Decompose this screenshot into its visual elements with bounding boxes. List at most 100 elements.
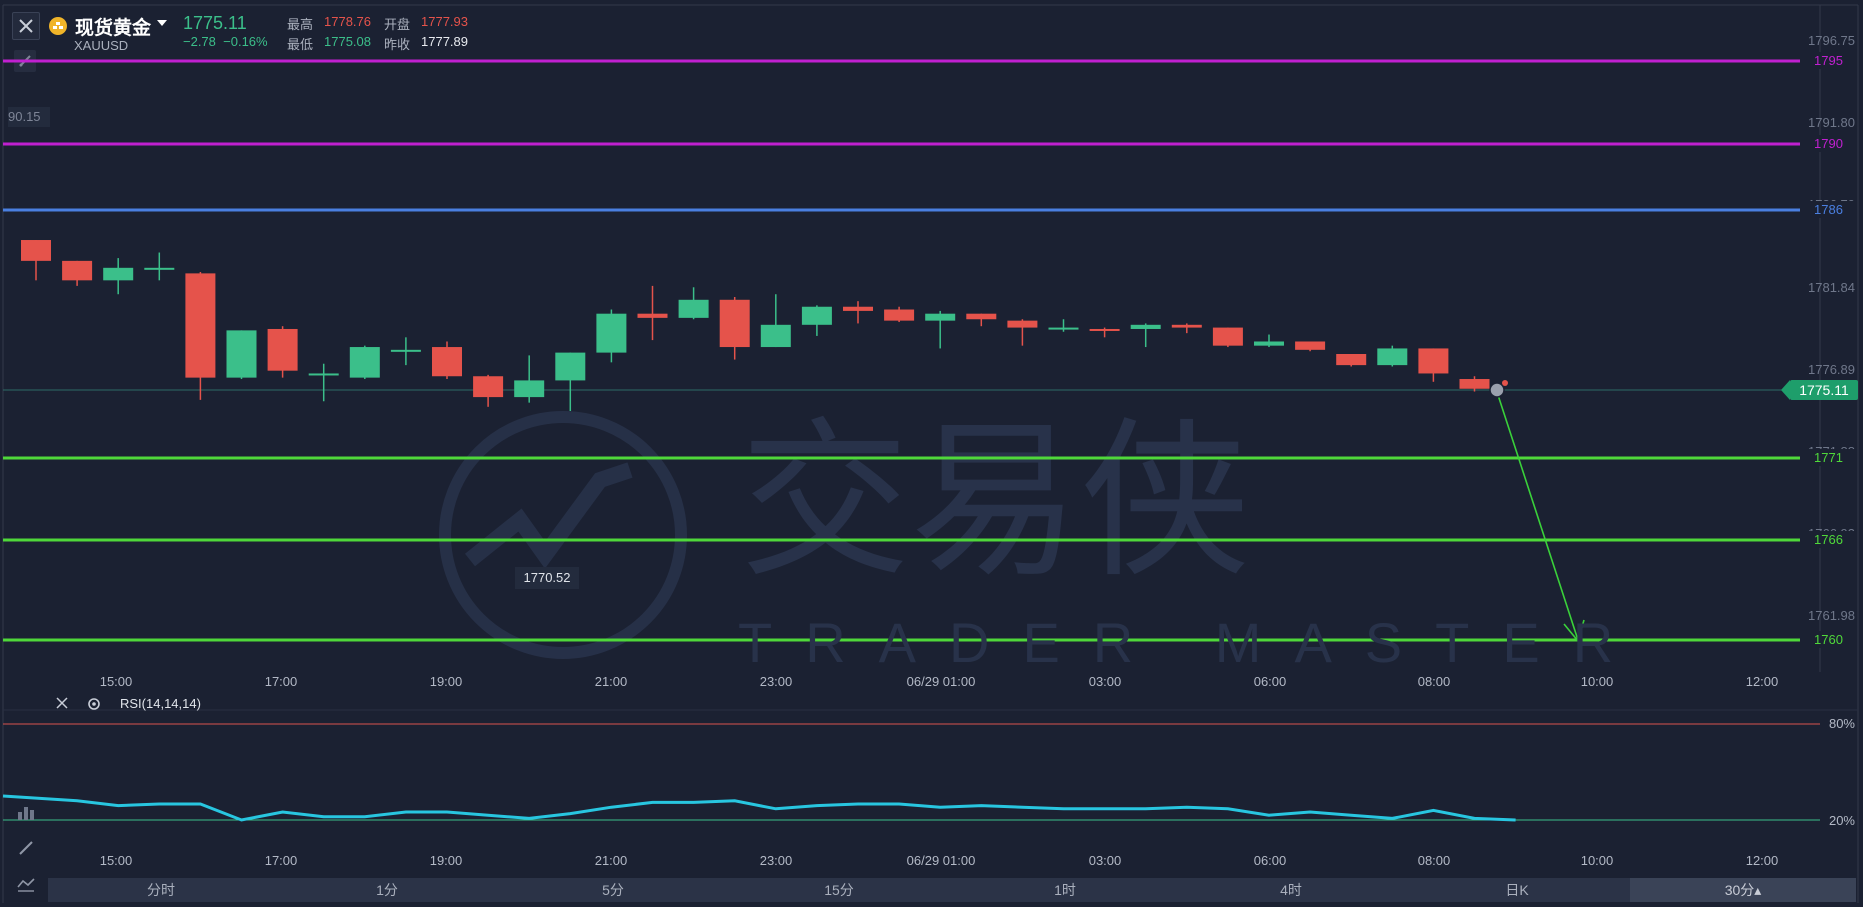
gear-icon bbox=[88, 698, 100, 710]
candle[interactable] bbox=[514, 355, 545, 403]
y-tick-label: 1761.98 bbox=[1808, 608, 1855, 623]
x-tick-label: 17:00 bbox=[264, 674, 298, 689]
x-tick-label: 21:00 bbox=[594, 674, 628, 689]
candle[interactable] bbox=[1048, 319, 1079, 332]
rsi-settings-button[interactable] bbox=[86, 696, 102, 717]
candle[interactable] bbox=[760, 294, 791, 348]
candle[interactable] bbox=[1295, 341, 1326, 352]
tab-30min[interactable]: 30分▴ bbox=[1630, 878, 1856, 902]
x-tick-label: 10:00 bbox=[1580, 853, 1614, 868]
alert-marker-icon[interactable] bbox=[1489, 382, 1505, 398]
tab-1h[interactable]: 1时 bbox=[952, 878, 1178, 902]
tab-1min[interactable]: 1分 bbox=[274, 878, 500, 902]
line-tool-button[interactable] bbox=[12, 870, 40, 898]
candle[interactable] bbox=[473, 374, 504, 407]
current-price-badge: 1775.11 bbox=[1790, 380, 1858, 400]
candle[interactable] bbox=[678, 287, 709, 320]
candle[interactable] bbox=[801, 305, 832, 336]
candle[interactable] bbox=[1089, 327, 1120, 338]
candle[interactable] bbox=[62, 260, 93, 286]
level-label-1771: 1771 bbox=[1800, 449, 1857, 466]
x-tick-label: 06:00 bbox=[1253, 853, 1287, 868]
candle[interactable] bbox=[719, 297, 750, 360]
candle[interactable] bbox=[390, 337, 421, 366]
x-tick-label: 21:00 bbox=[594, 853, 628, 868]
candle[interactable] bbox=[349, 345, 380, 380]
candle[interactable] bbox=[185, 271, 216, 400]
candle[interactable] bbox=[596, 309, 627, 363]
x-tick-label: 06/29 01:00 bbox=[906, 674, 976, 689]
rsi-close-button[interactable] bbox=[55, 696, 69, 715]
candle[interactable] bbox=[1171, 323, 1202, 334]
candle[interactable] bbox=[555, 352, 586, 411]
tab-5min[interactable]: 5分 bbox=[500, 878, 726, 902]
watermark-en: TRADER MASTER bbox=[738, 611, 1647, 674]
candle[interactable] bbox=[267, 326, 298, 378]
watermark-logo bbox=[439, 411, 687, 659]
candle[interactable] bbox=[1130, 323, 1161, 348]
x-tick-label: 12:00 bbox=[1745, 674, 1779, 689]
timeframe-tabs: 分时 1分 5分 15分 1时 4时 日K 30分▴ bbox=[48, 878, 1856, 902]
x-tick-label: 08:00 bbox=[1417, 853, 1451, 868]
tab-daily[interactable]: 日K bbox=[1404, 878, 1630, 902]
rsi-indicator-label: RSI(14,14,14) bbox=[120, 696, 201, 711]
candle[interactable] bbox=[103, 258, 134, 295]
close-icon bbox=[56, 697, 68, 709]
candle[interactable] bbox=[1007, 319, 1038, 346]
bar-chart-icon bbox=[18, 807, 34, 820]
y-tick-label: 1776.89 bbox=[1808, 362, 1855, 377]
candle[interactable] bbox=[1377, 345, 1408, 367]
candle[interactable] bbox=[966, 313, 997, 327]
candle[interactable] bbox=[432, 341, 462, 380]
x-tick-label: 19:00 bbox=[429, 674, 463, 689]
x-tick-label: 15:00 bbox=[99, 674, 133, 689]
level-label-1766: 1766 bbox=[1800, 531, 1857, 548]
rsi-line[interactable] bbox=[2, 794, 1516, 822]
x-tick-label: 19:00 bbox=[429, 853, 463, 868]
x-tick-label: 23:00 bbox=[759, 853, 793, 868]
trend-line-icon bbox=[17, 878, 35, 892]
y-tick-label: 1791.80 bbox=[1808, 115, 1855, 130]
candle[interactable] bbox=[21, 240, 51, 281]
candle[interactable] bbox=[1336, 353, 1367, 367]
x-tick-label: 03:00 bbox=[1088, 674, 1122, 689]
candlestick-chart[interactable]: 交易侠 bbox=[0, 0, 1863, 907]
level-label-1760: 1760 bbox=[1800, 631, 1857, 648]
candle[interactable] bbox=[1459, 376, 1490, 392]
candle[interactable] bbox=[308, 363, 339, 402]
tab-timeline[interactable]: 分时 bbox=[48, 878, 274, 902]
chart-window: 现货黄金 XAUUSD 1775.11 −2.78 −0.16% 最高 1778… bbox=[0, 0, 1863, 907]
candle[interactable] bbox=[884, 306, 915, 323]
x-tick-label: 12:00 bbox=[1745, 853, 1779, 868]
candle[interactable] bbox=[637, 285, 668, 341]
y-tick-label: 1796.75 bbox=[1808, 33, 1855, 48]
level-label-1795: 1795 bbox=[1800, 52, 1857, 69]
x-tick-label: 15:00 bbox=[99, 853, 133, 868]
rsi-level-80: 80% bbox=[1828, 716, 1855, 731]
x-tick-label: 03:00 bbox=[1088, 853, 1122, 868]
candle[interactable] bbox=[1212, 327, 1243, 348]
price-tooltip-left: 90.15 bbox=[8, 107, 50, 127]
rsi-level-20: 20% bbox=[1828, 813, 1855, 828]
x-tick-label: 17:00 bbox=[264, 853, 298, 868]
candle[interactable] bbox=[144, 252, 175, 281]
watermark-cn: 交易侠 bbox=[740, 403, 1250, 601]
y-tick-label: 1781.84 bbox=[1808, 280, 1855, 295]
level-label-1790: 1790 bbox=[1800, 135, 1857, 152]
candle[interactable] bbox=[843, 301, 873, 324]
indicator-button[interactable] bbox=[12, 798, 40, 826]
low-price-tooltip: 1770.52 bbox=[515, 567, 579, 589]
candle[interactable] bbox=[226, 330, 257, 380]
pencil-icon bbox=[19, 841, 33, 855]
level-label-1786: 1786 bbox=[1800, 201, 1857, 218]
candle[interactable] bbox=[1254, 334, 1284, 348]
candle[interactable] bbox=[1418, 348, 1449, 382]
x-tick-label: 06:00 bbox=[1253, 674, 1287, 689]
tab-15min[interactable]: 15分 bbox=[726, 878, 952, 902]
draw-button[interactable] bbox=[12, 834, 40, 862]
tab-4h[interactable]: 4时 bbox=[1178, 878, 1404, 902]
projection-arrow[interactable] bbox=[1496, 391, 1585, 643]
x-tick-label: 23:00 bbox=[759, 674, 793, 689]
candle[interactable] bbox=[925, 310, 956, 349]
x-tick-label: 08:00 bbox=[1417, 674, 1451, 689]
